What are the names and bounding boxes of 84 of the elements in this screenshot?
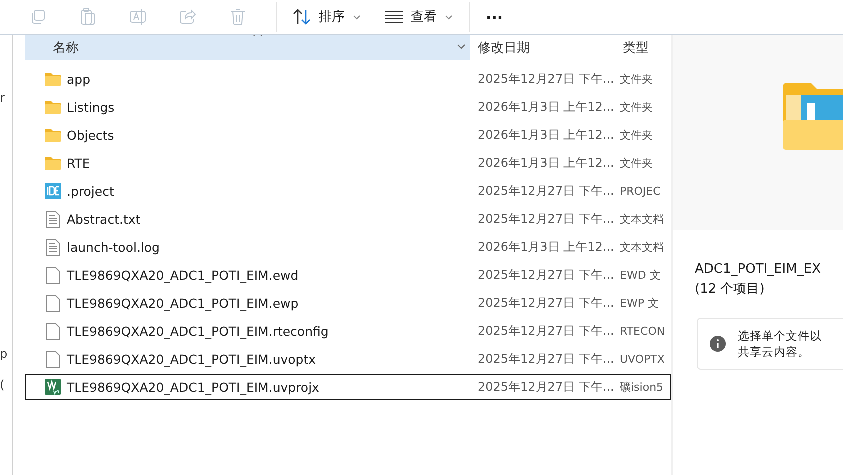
file-type: EWP 文 bbox=[619, 296, 660, 310]
date-modified: 2025年12月27日 下午... bbox=[477, 294, 616, 312]
date-modified: 2025年12月27日 下午... bbox=[477, 210, 616, 228]
file-row[interactable]: TLE9869QXA20_ADC1_POTI_EIM.uvprojx 2025年12月27日 下午... 礦ision5 bbox=[25, 374, 671, 400]
info-text: 选择单个文件以 bbox=[738, 328, 822, 344]
file-name: Abstract.txt bbox=[67, 212, 141, 226]
date-modified: 2026年1月3日 上午12... bbox=[477, 98, 616, 116]
file-type: PROJEC bbox=[619, 184, 662, 198]
document-icon bbox=[46, 294, 60, 312]
file-name: RTE bbox=[67, 156, 90, 170]
date-modified: 2026年1月3日 上午12... bbox=[477, 238, 616, 256]
file-type: 文件夹 bbox=[619, 128, 654, 142]
file-name: TLE9869QXA20_ADC1_POTI_EIM.rteconfig bbox=[67, 324, 329, 338]
rename-icon bbox=[129, 8, 147, 26]
date-modified: 2025年12月27日 下午... bbox=[477, 70, 616, 88]
caret-icon bbox=[445, 14, 453, 20]
trash-icon bbox=[230, 8, 246, 26]
file-type: 文本文档 bbox=[619, 212, 665, 226]
document-icon bbox=[46, 322, 60, 340]
column-header[interactable]: 名称 bbox=[25, 35, 470, 60]
folder-icon bbox=[44, 72, 62, 86]
sidebar-label[interactable]: r bbox=[0, 91, 5, 105]
date-modified: 2025年12月27日 下午... bbox=[477, 322, 616, 340]
item-count: (12 个项目) bbox=[695, 281, 766, 299]
file-row[interactable]: TLE9869QXA20_ADC1_POTI_EIM.uvoptx 2025年12月27日 下午... UVOPTX bbox=[25, 346, 671, 372]
file-row[interactable]: Objects 2026年1月3日 上午12... 文件夹 bbox=[25, 122, 671, 148]
text-document-icon bbox=[46, 238, 60, 256]
copy-icon bbox=[30, 9, 46, 25]
dropdown-icon bbox=[457, 44, 466, 50]
caret-icon bbox=[353, 14, 361, 20]
file-type: 礦ision5 bbox=[619, 380, 665, 394]
file-row[interactable]: .project 2025年12月27日 下午... PROJEC bbox=[25, 178, 671, 204]
list-view-icon bbox=[385, 11, 403, 23]
file-name: TLE9869QXA20_ADC1_POTI_EIM.uvoptx bbox=[67, 352, 316, 366]
folder-icon bbox=[44, 100, 62, 114]
document-icon bbox=[46, 266, 60, 284]
file-type: EWD 文 bbox=[619, 268, 662, 282]
file-type: RTECON bbox=[619, 324, 666, 338]
file-row[interactable]: Abstract.txt 2025年12月27日 下午... 文本文档 bbox=[25, 206, 671, 232]
date-modified: 2025年12月27日 下午... bbox=[477, 378, 616, 396]
clipboard-icon bbox=[80, 8, 96, 26]
more-button[interactable]: ... bbox=[476, 1, 514, 33]
folder-icon bbox=[44, 128, 62, 142]
file-type: UVOPTX bbox=[619, 352, 666, 366]
column-header[interactable]: 修改日期 bbox=[470, 35, 615, 60]
file-name: TLE9869QXA20_ADC1_POTI_EIM.uvprojx bbox=[67, 380, 320, 394]
file-name: app bbox=[67, 72, 91, 86]
folder-icon bbox=[44, 156, 62, 170]
info-icon bbox=[710, 336, 726, 352]
file-type: 文本文档 bbox=[619, 240, 665, 254]
sort-icon bbox=[293, 9, 311, 25]
date-modified: 2025年12月27日 下午... bbox=[477, 350, 616, 368]
file-type: 文件夹 bbox=[619, 72, 654, 86]
share-icon bbox=[179, 9, 197, 25]
file-row[interactable]: TLE9869QXA20_ADC1_POTI_EIM.ewp 2025年12月27日 下午... EWP 文 bbox=[25, 290, 671, 316]
date-modified: 2026年1月3日 上午12... bbox=[477, 126, 616, 144]
file-name: TLE9869QXA20_ADC1_POTI_EIM.ewp bbox=[67, 296, 299, 310]
sidebar-label[interactable]: ( bbox=[0, 378, 5, 392]
sidebar-label[interactable]: p bbox=[0, 347, 8, 361]
folder-title: ADC1_POTI_EIM_EX bbox=[695, 261, 822, 279]
column-header[interactable]: 类型 bbox=[615, 35, 671, 60]
file-name: Listings bbox=[67, 100, 115, 114]
text-document-icon bbox=[46, 210, 60, 228]
file-row[interactable]: TLE9869QXA20_ADC1_POTI_EIM.ewd 2025年12月27日 下午... EWD 文 bbox=[25, 262, 671, 288]
date-modified: 2026年1月3日 上午12... bbox=[477, 154, 616, 172]
file-name: launch-tool.log bbox=[67, 240, 160, 254]
document-icon bbox=[46, 350, 60, 368]
ide-icon bbox=[45, 183, 61, 199]
file-row[interactable]: launch-tool.log 2026年1月3日 上午12... 文本文档 bbox=[25, 234, 671, 260]
file-row[interactable]: TLE9869QXA20_ADC1_POTI_EIM.rteconfig 2025年12月27日 下午... RTECON bbox=[25, 318, 671, 344]
info-text: 共享云内容。 bbox=[738, 344, 811, 360]
file-type: 文件夹 bbox=[619, 156, 654, 170]
uvision-icon bbox=[45, 379, 61, 395]
file-name: Objects bbox=[67, 128, 114, 142]
date-modified: 2025年12月27日 下午... bbox=[477, 182, 616, 200]
file-type: 文件夹 bbox=[619, 100, 654, 114]
file-row[interactable]: app 2025年12月27日 下午... 文件夹 bbox=[25, 66, 671, 92]
file-row[interactable]: Listings 2026年1月3日 上午12... 文件夹 bbox=[25, 94, 671, 120]
view-button[interactable]: 查看 bbox=[375, 4, 463, 30]
file-row[interactable]: RTE 2026年1月3日 上午12... 文件夹 bbox=[25, 150, 671, 176]
sort-button[interactable]: 排序 bbox=[283, 4, 371, 30]
file-name: .project bbox=[67, 184, 114, 198]
date-modified: 2025年12月27日 下午... bbox=[477, 266, 616, 284]
file-name: TLE9869QXA20_ADC1_POTI_EIM.ewd bbox=[67, 268, 299, 282]
